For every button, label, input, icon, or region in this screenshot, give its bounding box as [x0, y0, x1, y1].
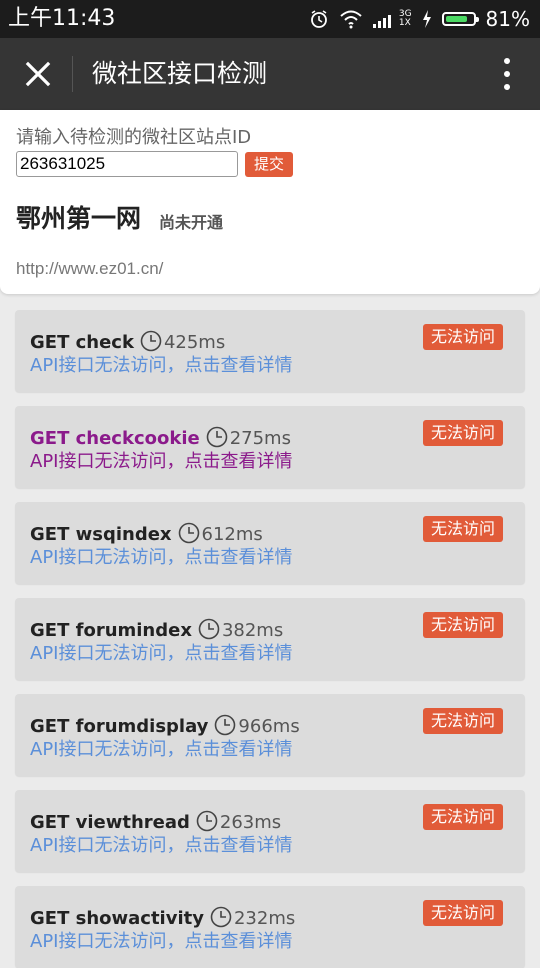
- api-method: GET checkcookie 275ms: [30, 426, 291, 451]
- clock-icon: [215, 714, 236, 736]
- api-method-name: GET viewthread: [30, 812, 190, 833]
- site-id-input[interactable]: [16, 151, 238, 177]
- clock-icon: [206, 426, 228, 448]
- status-bar: 上午11:43 3G 1X 81%: [0, 0, 540, 38]
- api-card-checkcookie[interactable]: GET checkcookie 275ms API接口无法访问，点击查看详情 无法…: [15, 406, 525, 488]
- site-status: 尚未开通: [159, 213, 224, 232]
- status-badge: 无法访问: [422, 900, 503, 926]
- site-id-prompt: 请输入待检测的微社区站点ID: [16, 127, 252, 148]
- clock-icon: [196, 810, 218, 832]
- api-method: GET viewthread 263ms: [30, 810, 281, 835]
- api-method-name: GET showactivity: [30, 908, 204, 929]
- api-detail-link[interactable]: API接口无法访问，点击查看详情: [30, 642, 292, 666]
- api-response-time: 382ms: [221, 620, 284, 641]
- site-name: 鄂州第一网: [16, 204, 142, 233]
- api-response-time: 263ms: [219, 812, 282, 833]
- battery-percent: 81%: [485, 7, 530, 31]
- app-bar-divider: [72, 56, 73, 92]
- signal-icon: 3G 1X: [372, 10, 412, 28]
- api-card-showactivity[interactable]: GET showactivity 232ms API接口无法访问，点击查看详情 无…: [15, 886, 525, 968]
- api-detail-link[interactable]: API接口无法访问，点击查看详情: [30, 450, 292, 474]
- api-detail-link[interactable]: API接口无法访问，点击查看详情: [30, 930, 292, 954]
- api-method-name: GET check: [30, 332, 134, 353]
- api-response-time: 232ms: [233, 908, 296, 929]
- status-badge: 无法访问: [422, 324, 503, 350]
- wifi-icon: [340, 10, 362, 29]
- api-response-time: 966ms: [238, 716, 300, 737]
- clock-icon: [178, 522, 199, 544]
- api-method: GET forumdisplay 966ms: [30, 714, 300, 739]
- status-badge: 无法访问: [422, 708, 503, 734]
- clock-icon: [198, 618, 220, 640]
- status-badge: 无法访问: [422, 612, 503, 638]
- clock-icon: [210, 906, 232, 928]
- api-method-name: GET wsqindex: [30, 524, 172, 545]
- api-response-time: 612ms: [201, 524, 263, 545]
- api-method-name: GET checkcookie: [30, 428, 200, 449]
- status-badge: 无法访问: [422, 804, 503, 830]
- api-method: GET forumindex 382ms: [30, 618, 283, 643]
- charging-icon: [422, 10, 431, 28]
- api-method: GET check 425ms: [30, 330, 225, 355]
- battery-icon: [441, 12, 479, 26]
- more-vertical-icon[interactable]: [500, 56, 514, 92]
- network-type-bottom: 1X: [398, 18, 411, 28]
- alarm-icon: [310, 10, 327, 28]
- api-detail-link[interactable]: API接口无法访问，点击查看详情: [30, 546, 292, 570]
- api-response-time: 275ms: [229, 428, 291, 449]
- app-bar: 微社区接口检测: [0, 38, 540, 110]
- api-response-time: 425ms: [163, 332, 226, 353]
- submit-button[interactable]: 提交: [245, 152, 293, 177]
- api-detail-link[interactable]: API接口无法访问，点击查看详情: [30, 738, 292, 762]
- api-card-forumdisplay[interactable]: GET forumdisplay 966ms API接口无法访问，点击查看详情 无…: [15, 694, 525, 776]
- page-title: 微社区接口检测: [92, 59, 268, 88]
- site-check-panel: 请输入待检测的微社区站点ID 提交 鄂州第一网 尚未开通 http://www.…: [0, 110, 540, 294]
- close-icon[interactable]: [20, 56, 56, 92]
- api-card-forumindex[interactable]: GET forumindex 382ms API接口无法访问，点击查看详情 无法访…: [15, 598, 525, 680]
- site-url: http://www.ez01.cn/: [16, 259, 164, 278]
- status-badge: 无法访问: [422, 516, 503, 542]
- api-method: GET wsqindex 612ms: [30, 522, 263, 547]
- api-method: GET showactivity 232ms: [30, 906, 295, 931]
- status-icons: 3G 1X 81%: [309, 5, 530, 33]
- api-card-check[interactable]: GET check 425ms API接口无法访问，点击查看详情 无法访问: [15, 310, 525, 392]
- api-card-wsqindex[interactable]: GET wsqindex 612ms API接口无法访问，点击查看详情 无法访问: [15, 502, 525, 584]
- api-detail-link[interactable]: API接口无法访问，点击查看详情: [30, 354, 292, 378]
- clock-icon: [140, 330, 162, 352]
- status-time: 上午11:43: [8, 6, 116, 31]
- api-card-viewthread[interactable]: GET viewthread 263ms API接口无法访问，点击查看详情 无法访…: [15, 790, 525, 872]
- status-badge: 无法访问: [422, 420, 503, 446]
- api-method-name: GET forumindex: [30, 620, 192, 641]
- api-method-name: GET forumdisplay: [30, 716, 209, 737]
- api-detail-link[interactable]: API接口无法访问，点击查看详情: [30, 834, 292, 858]
